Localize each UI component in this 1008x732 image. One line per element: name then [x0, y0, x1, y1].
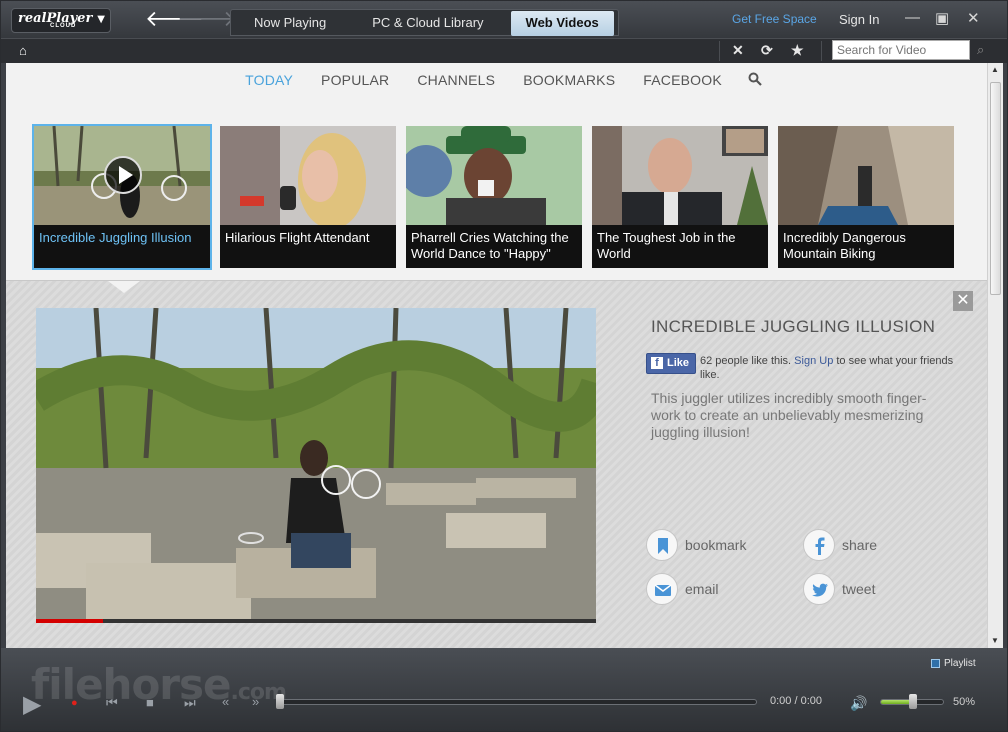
- get-free-space-link[interactable]: Get Free Space: [732, 12, 817, 26]
- rewind-icon[interactable]: «: [222, 694, 229, 709]
- share-button[interactable]: share: [803, 529, 903, 561]
- tab-web-videos[interactable]: Web Videos: [510, 11, 614, 36]
- video-frame: [36, 308, 596, 623]
- facebook-like-button[interactable]: f Like: [646, 353, 696, 374]
- video-progress-fill: [36, 619, 104, 623]
- thumbnail-image: [406, 126, 582, 225]
- email-button[interactable]: email: [646, 573, 756, 605]
- tab-now-playing[interactable]: Now Playing: [231, 10, 349, 35]
- next-track-icon[interactable]: ⏭: [184, 695, 196, 711]
- tab-pc-cloud-library[interactable]: PC & Cloud Library: [349, 10, 506, 35]
- share-label: share: [842, 537, 878, 553]
- search-icon[interactable]: ⌕: [977, 42, 984, 58]
- video-thumbnail[interactable]: Incredible Juggling Illusion: [32, 124, 212, 270]
- nav-today[interactable]: TODAY: [231, 63, 307, 99]
- stop-icon[interactable]: ■: [146, 695, 154, 710]
- email-icon: [646, 573, 678, 605]
- video-title: INCREDIBLE JUGGLING ILLUSION: [651, 317, 936, 336]
- seek-bar[interactable]: [279, 699, 757, 705]
- thumbnail-image: [592, 126, 768, 225]
- thumbnail-image: [220, 126, 396, 225]
- thumbnail-caption: The Toughest Job in the World: [597, 230, 736, 261]
- home-icon[interactable]: ⌂: [19, 43, 27, 58]
- bookmark-button[interactable]: bookmark: [646, 529, 756, 561]
- nav-facebook[interactable]: FACEBOOK: [629, 63, 736, 99]
- star-icon[interactable]: ★: [791, 42, 804, 59]
- video-player[interactable]: [36, 308, 596, 623]
- thumbnail-caption: Hilarious Flight Attendant: [225, 230, 370, 245]
- seek-handle[interactable]: [276, 694, 284, 709]
- bookmark-label: bookmark: [685, 537, 747, 553]
- video-thumbnail[interactable]: Pharrell Cries Watching the World Dance …: [406, 126, 582, 268]
- like-count-text: 62 people like this.: [700, 355, 795, 367]
- thumbnail-image: [778, 126, 954, 225]
- tweet-button[interactable]: tweet: [803, 573, 903, 605]
- nav-popular[interactable]: POPULAR: [307, 63, 403, 99]
- browser-toolbar: ⌂ ✕ ⟳ ★ ⌕: [1, 38, 1007, 63]
- refresh-icon[interactable]: ⟳: [761, 42, 773, 59]
- scroll-up-icon[interactable]: ▲: [991, 65, 999, 74]
- close-detail-button[interactable]: ✕: [953, 291, 973, 311]
- close-icon[interactable]: ✕: [967, 9, 980, 27]
- volume-icon[interactable]: 🔊: [850, 695, 867, 712]
- play-icon[interactable]: [104, 156, 142, 194]
- web-videos-page: TODAY POPULAR CHANNELS BOOKMARKS FACEBOO…: [6, 63, 987, 648]
- chevron-down-icon: ▼: [97, 14, 105, 25]
- app-window: realPlayer CLOUD ▼ 🡐 🡒 Now Playing PC & …: [0, 0, 1008, 732]
- thumbnail-caption: Incredible Juggling Illusion: [39, 230, 192, 245]
- search-icon[interactable]: [736, 63, 762, 99]
- email-label: email: [685, 581, 719, 597]
- toolbar-divider: [821, 41, 822, 61]
- video-description: This juggler utilizes incredibly smooth …: [651, 390, 927, 440]
- play-icon[interactable]: ▶: [23, 690, 41, 719]
- scroll-down-icon[interactable]: ▼: [991, 636, 999, 645]
- facebook-signup-link[interactable]: Sign Up: [794, 355, 833, 367]
- volume-handle[interactable]: [909, 694, 917, 709]
- search-input[interactable]: [832, 40, 970, 60]
- scroll-thumb[interactable]: [990, 82, 1001, 295]
- bookmark-icon: [646, 529, 678, 561]
- maximize-icon[interactable]: ▣: [935, 9, 949, 27]
- vertical-scrollbar[interactable]: ▲ ▼: [987, 63, 1003, 648]
- facebook-like-text: 62 people like this. Sign Up to see what…: [700, 354, 958, 382]
- video-progress-bar[interactable]: [36, 619, 596, 623]
- video-detail-panel: ✕ INCREDIBLE JUGGLING ILLUSION f Like 62…: [6, 280, 987, 648]
- record-icon[interactable]: ●: [71, 697, 78, 709]
- like-label: Like: [667, 357, 690, 369]
- playback-controls: filehorse.com Playlist ▶ ● ⏮ ■ ⏭ « » 0:0…: [1, 648, 1007, 731]
- toolbar-divider: [719, 41, 720, 61]
- fast-forward-icon[interactable]: »: [252, 694, 259, 709]
- timecode: 0:00 / 0:00: [770, 695, 822, 707]
- watermark-logo: filehorse.com: [31, 660, 287, 709]
- sign-in-link[interactable]: Sign In: [839, 12, 879, 27]
- playlist-button[interactable]: Playlist: [931, 658, 976, 669]
- nav-bookmarks[interactable]: BOOKMARKS: [509, 63, 629, 99]
- twitter-icon: [803, 573, 835, 605]
- previous-track-icon[interactable]: ⏮: [106, 695, 118, 711]
- logo-subtext: CLOUD: [50, 23, 77, 29]
- forward-arrow-icon[interactable]: 🡒: [177, 6, 236, 32]
- volume-percent: 50%: [953, 696, 976, 708]
- watermark-text: filehorse: [31, 660, 232, 709]
- video-thumbnails: Incredible Juggling Illusion Hilarious F…: [32, 124, 964, 271]
- stop-icon[interactable]: ✕: [732, 42, 744, 59]
- facebook-icon: f: [651, 357, 663, 369]
- main-tabs: Now Playing PC & Cloud Library Web Video…: [230, 9, 619, 36]
- category-nav: TODAY POPULAR CHANNELS BOOKMARKS FACEBOO…: [6, 63, 987, 99]
- facebook-share-icon: [803, 529, 835, 561]
- thumbnail-caption: Pharrell Cries Watching the World Dance …: [411, 230, 569, 261]
- video-thumbnail[interactable]: The Toughest Job in the World: [592, 126, 768, 268]
- minimize-icon[interactable]: —: [905, 9, 920, 26]
- tweet-label: tweet: [842, 581, 876, 597]
- thumbnail-caption: Incredibly Dangerous Mountain Biking: [783, 230, 906, 261]
- realplayer-logo-menu[interactable]: realPlayer CLOUD ▼: [11, 8, 111, 33]
- selection-pointer: [108, 281, 140, 293]
- playlist-label: Playlist: [944, 658, 976, 669]
- playlist-icon: [931, 658, 940, 668]
- video-thumbnail[interactable]: Hilarious Flight Attendant: [220, 126, 396, 268]
- title-bar: realPlayer CLOUD ▼ 🡐 🡒 Now Playing PC & …: [1, 1, 1007, 38]
- video-thumbnail[interactable]: Incredibly Dangerous Mountain Biking: [778, 126, 954, 268]
- nav-channels[interactable]: CHANNELS: [403, 63, 509, 99]
- volume-fill: [881, 700, 912, 704]
